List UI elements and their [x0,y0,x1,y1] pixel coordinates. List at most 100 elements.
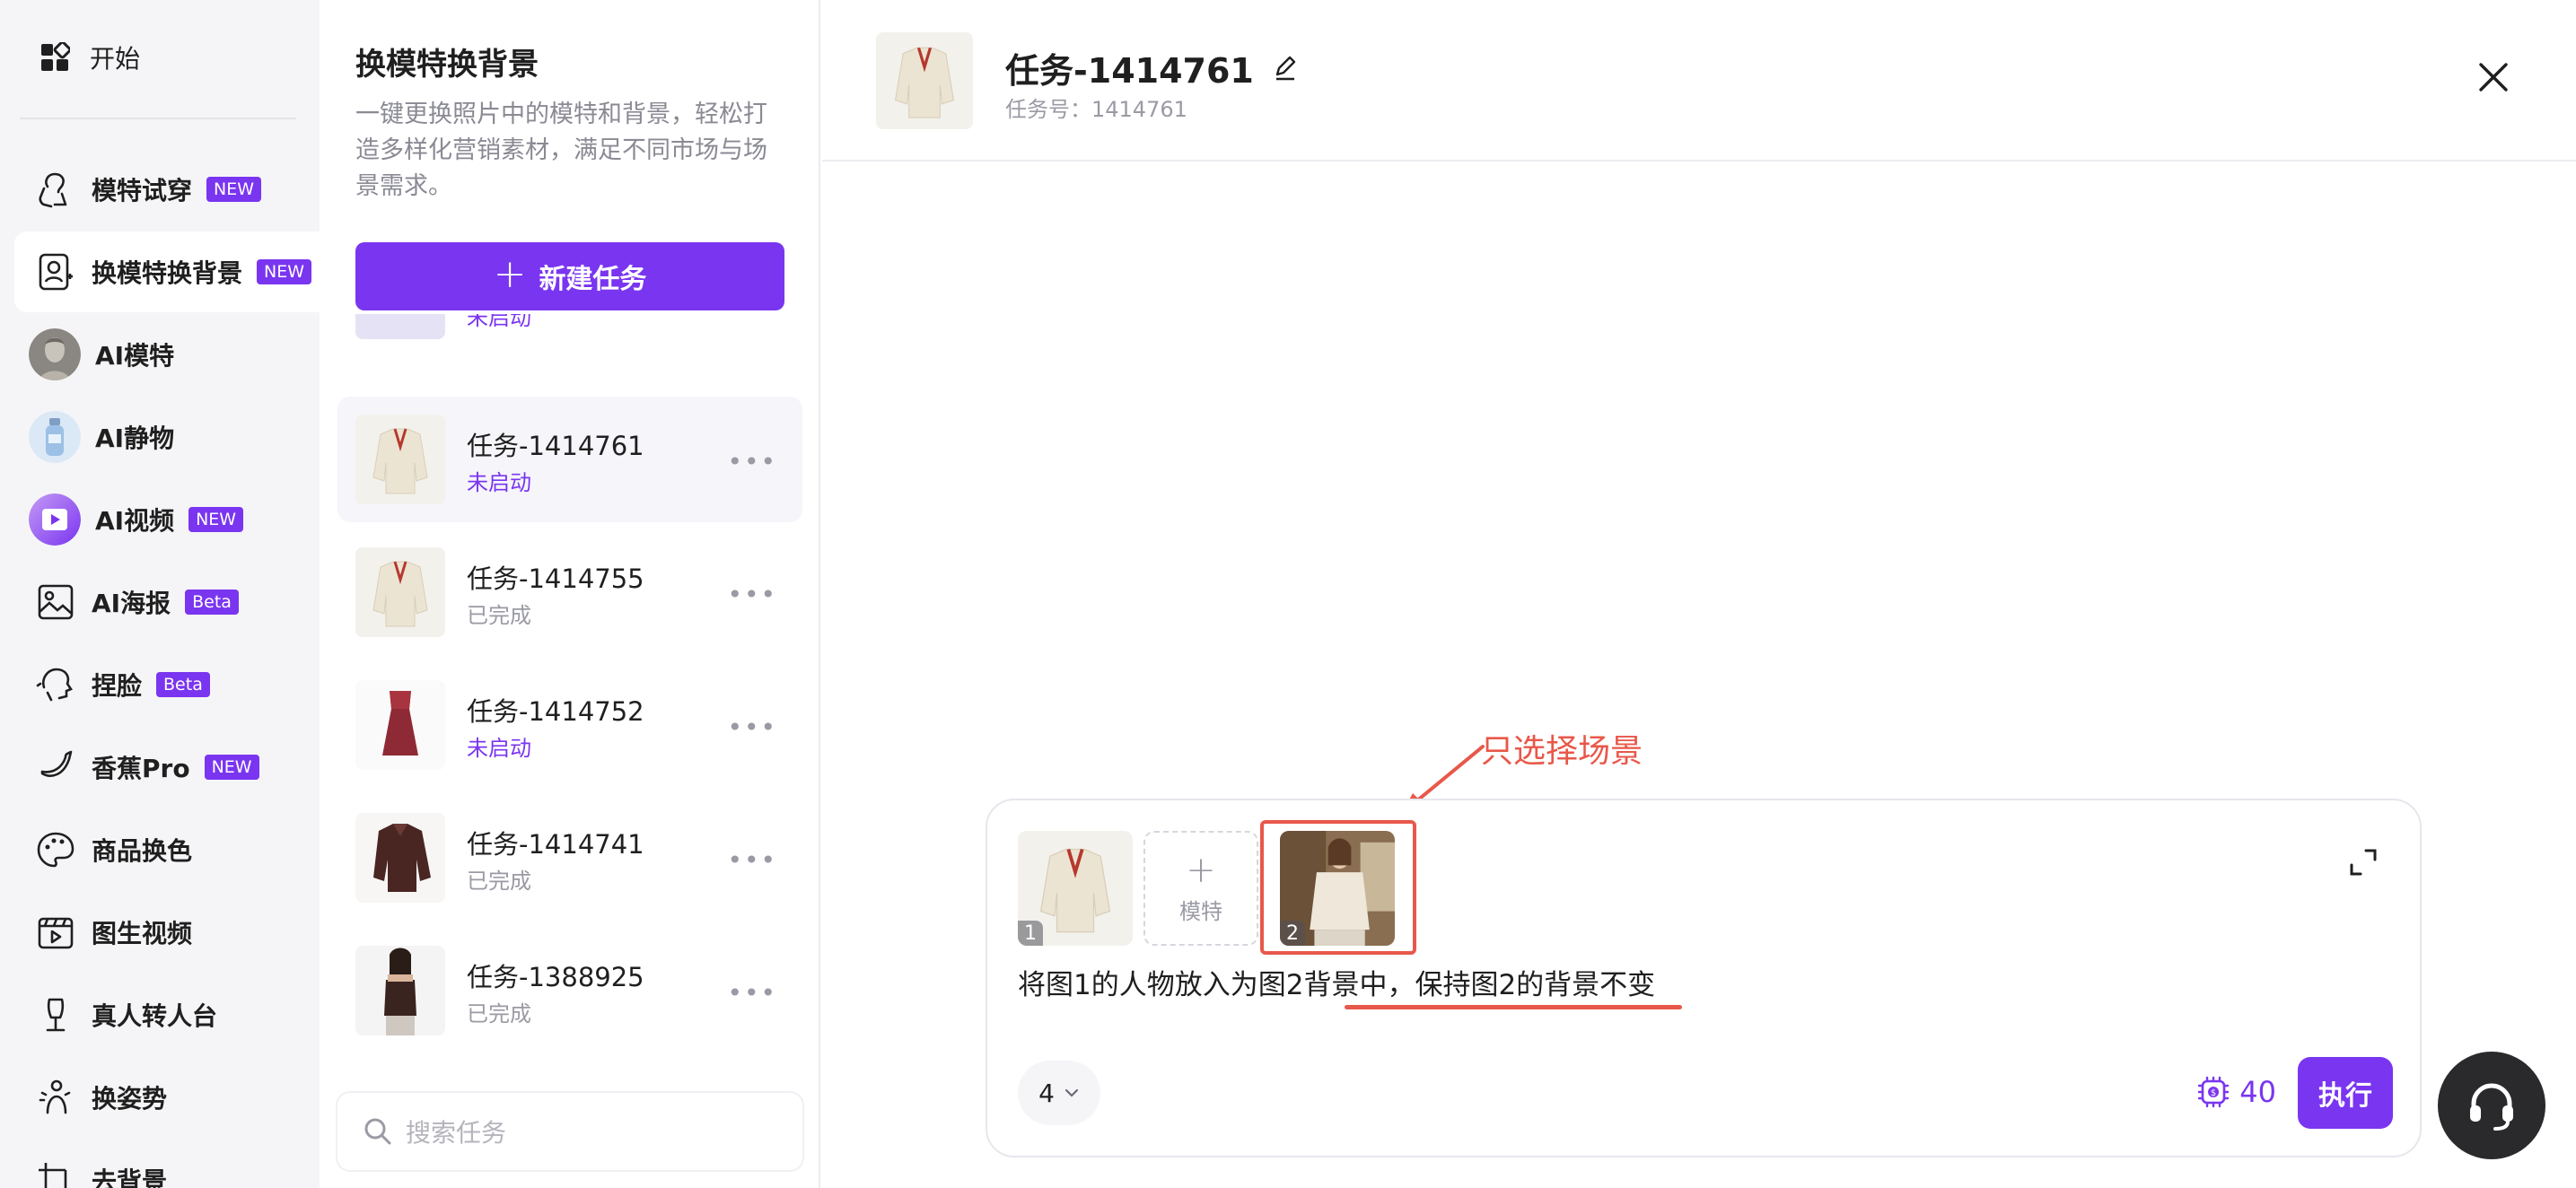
nav-item-ai-model[interactable]: AI模特 [14,314,320,395]
task-search-input[interactable]: 搜索任务 [337,1093,802,1170]
task-row[interactable]: 任务-1414741 已完成 ••• [337,795,802,921]
task-name: 任务-1414741 [467,829,644,860]
output-count-select[interactable]: 4 [1018,1061,1100,1125]
nav-item-label: 换模特换背景 [92,258,243,288]
statue-avatar [29,328,81,380]
task-status: 已完成 [467,1001,531,1026]
task-status: 已完成 [467,603,531,628]
task-title-text: 任务-1414761 [1005,51,1254,91]
more-icon[interactable]: ••• [727,580,777,609]
task-name: 任务-1414755 [467,563,644,594]
customer-support-button[interactable] [2438,1052,2545,1159]
task-status: 未启动 [467,314,531,330]
task-thumbnail [876,32,973,129]
task-status: 已完成 [467,869,531,894]
task-header: 任务-1414761 任务号：1414761 [822,0,2576,162]
svg-text:$: $ [2211,1088,2216,1098]
task-title: 任务-1414761 [1005,43,1299,92]
task-thumbnail [355,813,445,903]
new-task-button[interactable]: + 新建任务 [355,242,784,310]
nav-item-banana-pro[interactable]: 香蕉Pro NEW [14,727,320,808]
more-icon[interactable]: ••• [727,978,777,1008]
nav-item-ai-poster[interactable]: AI海报 Beta [14,562,320,642]
task-thumbnail [355,547,445,637]
task-row[interactable]: 任务-1414752 未启动 ••• [337,662,802,788]
new-task-label: 新建任务 [539,264,647,295]
beta-badge: Beta [156,672,210,697]
image-placeholder-icon [355,314,445,339]
plus-icon: + [1186,849,1216,891]
task-row[interactable]: 未启动 [337,314,802,357]
expand-icon[interactable] [2348,847,2379,878]
banana-icon [34,746,77,789]
mannequin-icon [34,993,77,1036]
bottle-avatar [29,411,81,463]
task-row[interactable]: 任务-1388925 已完成 ••• [337,928,802,1053]
task-detail: 任务-1414761 任务号：1414761 只选择场景 1 + 模特 2 将图… [822,0,2576,1188]
new-badge: NEW [204,755,259,780]
nav-item-face-sculpt[interactable]: 捏脸 Beta [14,644,320,725]
dashboard-icon [41,42,70,71]
annotation-highlight-box [1260,820,1416,955]
run-button[interactable]: 执行 [2298,1057,2393,1129]
nav-item-label: 图生视频 [92,919,193,948]
palette-icon [34,828,77,871]
nav-item-image-to-video[interactable]: 图生视频 [14,892,320,973]
nav-item-label: 真人转人台 [92,1001,218,1031]
task-name: 任务-1414752 [467,696,644,727]
task-name: 任务-1414761 [467,431,644,461]
nav-item-label: 商品换色 [92,836,193,866]
nav-start-label: 开始 [90,44,141,74]
task-thumbnail [355,680,445,770]
new-badge: NEW [257,259,312,284]
nav-item-recolor[interactable]: 商品换色 [14,809,320,890]
nav-item-label: 换姿势 [92,1084,168,1114]
video-avatar [29,494,81,546]
task-thumbnail [355,314,445,339]
plus-icon: + [493,251,527,297]
prompt-text[interactable]: 将图1的人物放入为图2背景中，保持图2的背景不变 [1018,962,1655,1002]
more-icon[interactable]: ••• [727,712,777,742]
credit-cost-value: 40 [2239,1075,2276,1109]
task-list: 未启动 任务-1414761 未启动 ••• 任务-1414755 已完成 ••… [337,314,802,1086]
more-icon[interactable]: ••• [727,447,777,476]
nav-item-change-model-bg[interactable]: 换模特换背景 NEW [14,231,320,312]
search-icon [364,1118,391,1145]
nav-item-ai-video[interactable]: AI视频 NEW [14,479,320,560]
nav-start[interactable]: 开始 [39,39,140,75]
task-row[interactable]: 任务-1414761 未启动 ••• [337,397,802,522]
task-panel: 换模特换背景 一键更换照片中的模特和背景，轻松打造多样化营销素材，满足不同市场与… [320,0,820,1188]
nav-item-ai-still[interactable]: AI静物 [14,397,320,477]
left-nav: 开始 模特试穿 NEW 换模特换背景 NEW AI模特 AI静物 AI视频 NE… [0,0,320,1188]
task-thumbnail [355,946,445,1035]
nav-item-try-on[interactable]: 模特试穿 NEW [14,149,320,230]
task-row[interactable]: 任务-1414755 已完成 ••• [337,529,802,655]
task-status: 未启动 [467,736,531,761]
more-icon[interactable]: ••• [727,845,777,875]
pose-icon [34,1076,77,1119]
nav-item-label: AI静物 [95,424,175,453]
credit-cost: $ 40 [2196,1075,2276,1109]
search-placeholder: 搜索任务 [406,1118,507,1148]
close-icon[interactable] [2475,59,2511,95]
nav-item-label: 去背景 [92,1166,168,1188]
nav-item-label: 捏脸 [92,671,143,701]
add-model-button[interactable]: + 模特 [1143,831,1258,946]
nav-item-label: AI视频 [95,506,175,536]
new-badge: NEW [188,507,244,532]
reference-image-1[interactable]: 1 [1018,831,1133,946]
nav-item-remove-bg[interactable]: 去背景 [14,1140,320,1188]
prompt-composer: 1 + 模特 2 将图1的人物放入为图2背景中，保持图2的背景不变 4 $ 40… [986,799,2422,1157]
chevron-down-icon [1065,1088,1079,1097]
edit-icon[interactable] [1272,55,1299,82]
new-badge: NEW [206,177,262,202]
feature-title: 换模特换背景 [355,47,539,83]
nav-item-pose[interactable]: 换姿势 [14,1057,320,1138]
nav-divider [20,118,296,119]
task-thumbnail [355,415,445,504]
nav-item-label: 香蕉Pro [92,754,190,783]
task-name: 任务-1388925 [467,962,644,992]
nav-item-mannequin[interactable]: 真人转人台 [14,974,320,1055]
hanger-person-icon [34,168,77,211]
feature-description: 一键更换照片中的模特和背景，轻松打造多样化营销素材，满足不同市场与场景需求。 [355,100,767,200]
